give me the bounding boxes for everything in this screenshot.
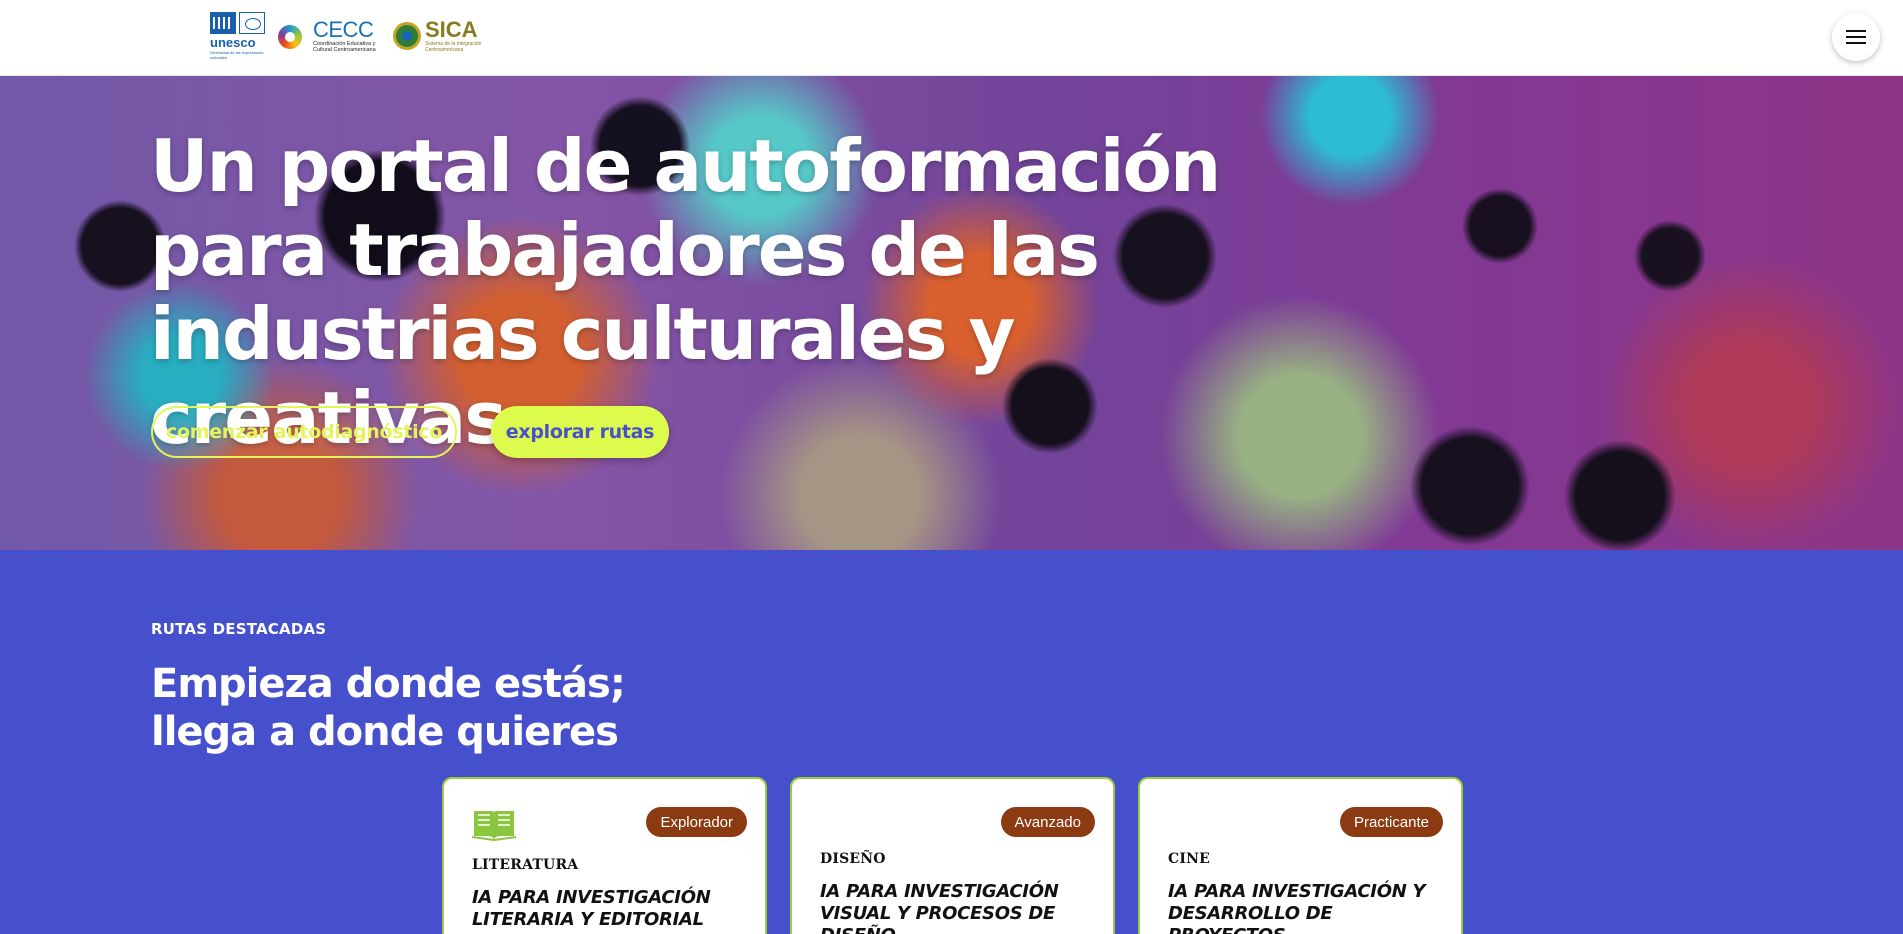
site-header: unesco Diversidad de las expresiones cul…: [0, 0, 1903, 76]
route-title[interactable]: IA PARA INVESTIGACIÓN LITERARIA Y EDITOR…: [472, 887, 752, 931]
start-self-diagnosis-button[interactable]: comenzar autodiagnóstico: [151, 406, 457, 458]
sica-seal-icon: [393, 22, 421, 50]
section-title-line-2: llega a donde quieres: [151, 709, 619, 755]
cecc-logo[interactable]: CECC Coordinación Educativa y Cultural C…: [276, 19, 385, 53]
cecc-logo-name: CECC: [313, 17, 374, 42]
section-title: Empieza donde estás; llega a donde quier…: [151, 660, 771, 756]
featured-routes-section: RUTAS DESTACADAS Empieza donde estás; ll…: [0, 550, 1903, 934]
route-card[interactable]: Explorador LITERATURA IA PARA INVESTIGAC…: [442, 777, 767, 934]
explore-routes-button[interactable]: explorar rutas: [491, 406, 669, 458]
route-title[interactable]: IA PARA INVESTIGACIÓN Y DESARROLLO DE PR…: [1168, 881, 1448, 934]
menu-button[interactable]: [1832, 13, 1880, 61]
level-badge: Explorador: [646, 807, 747, 837]
level-badge: Practicante: [1339, 807, 1443, 837]
route-category: LITERATURA: [472, 857, 579, 873]
section-eyebrow: RUTAS DESTACADAS: [151, 620, 327, 638]
hero-section: Un portal de autoformación para trabajad…: [0, 76, 1903, 550]
cecc-logo-sub: Coordinación Educativa y Cultural Centro…: [313, 41, 376, 53]
partner-logos: unesco Diversidad de las expresiones cul…: [210, 12, 485, 60]
section-title-line-1: Empieza donde estás;: [151, 661, 626, 707]
sica-logo-sub: Sistema de la Integración Centroamerican…: [425, 41, 482, 53]
sica-logo[interactable]: SICA Sistema de la Integración Centroame…: [393, 19, 485, 53]
level-badge: Avanzado: [1000, 807, 1095, 837]
route-category: CINE: [1168, 851, 1210, 867]
unesco-convention-icon: [239, 12, 265, 34]
unesco-logo[interactable]: unesco Diversidad de las expresiones cul…: [210, 12, 266, 60]
cecc-mark-icon: [276, 19, 310, 53]
route-card[interactable]: Avanzado DISEÑO IA PARA INVESTIGACIÓN VI…: [790, 777, 1115, 934]
unesco-logo-sub: Diversidad de las expresiones culturales: [210, 50, 264, 60]
unesco-temple-icon: [210, 12, 236, 34]
hamburger-menu-icon: [1846, 30, 1866, 44]
book-icon: [472, 811, 516, 841]
unesco-logo-name: unesco: [210, 35, 256, 50]
route-category: DISEÑO: [820, 851, 886, 867]
route-title[interactable]: IA PARA INVESTIGACIÓN VISUAL Y PROCESOS …: [820, 881, 1100, 934]
route-card[interactable]: Practicante CINE IA PARA INVESTIGACIÓN Y…: [1138, 777, 1463, 934]
sica-logo-name: SICA: [425, 17, 478, 42]
